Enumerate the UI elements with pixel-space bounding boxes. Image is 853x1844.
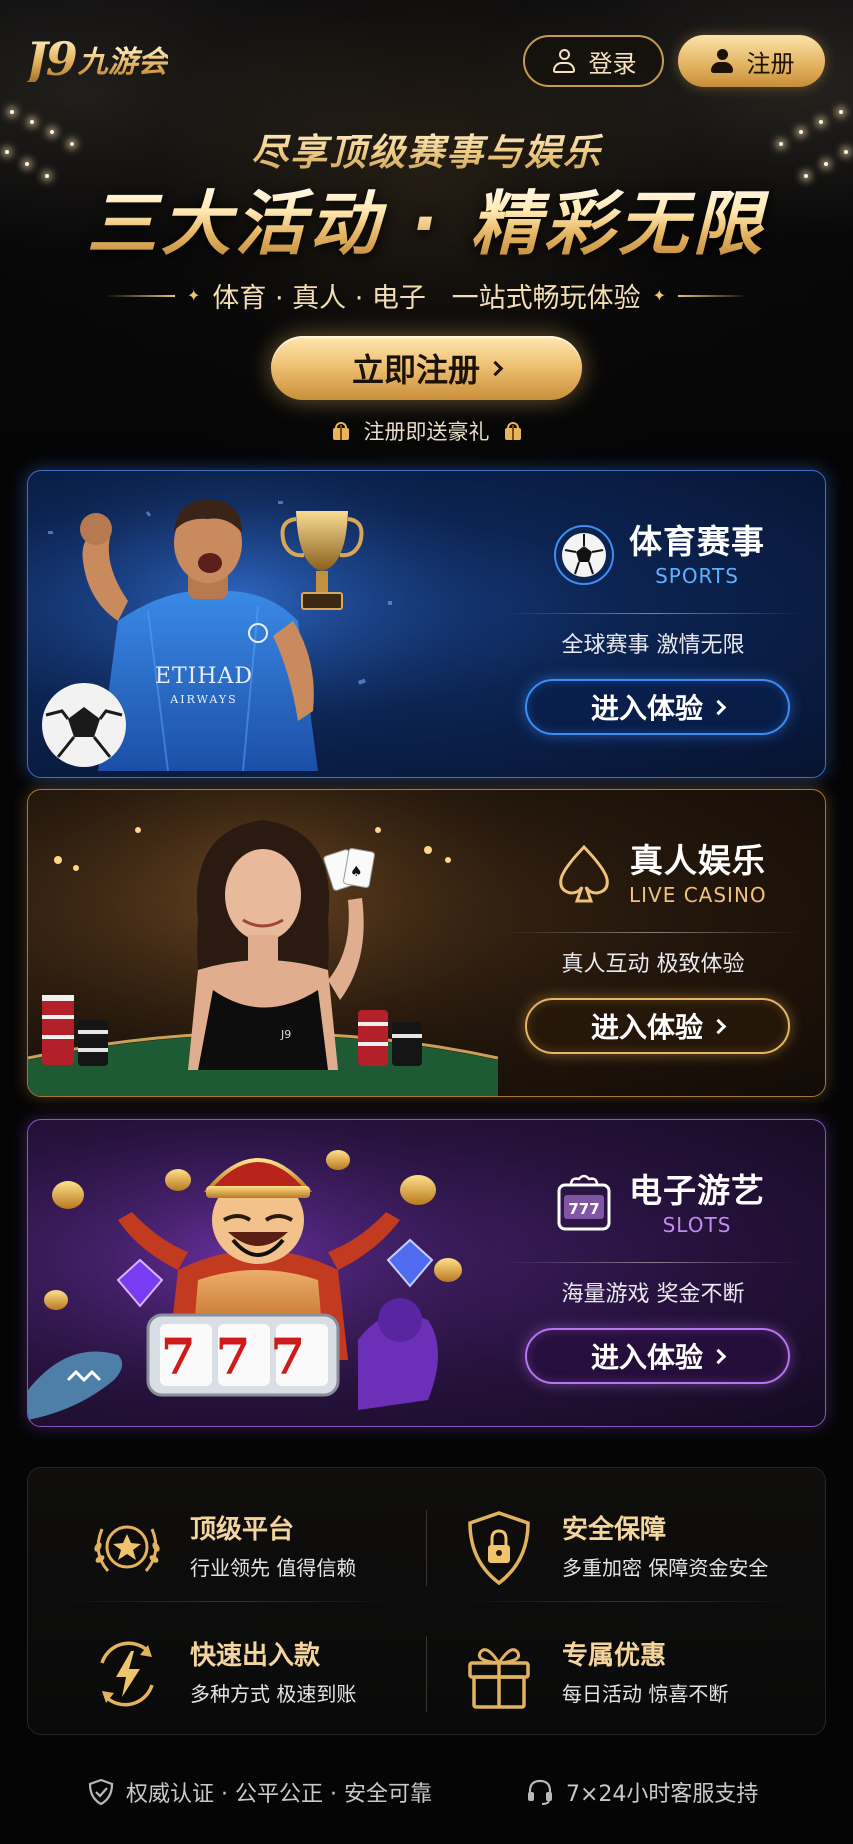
- chevron-right-icon: [487, 360, 504, 376]
- live-title: 真人娱乐: [629, 841, 766, 880]
- feature-title: 快速出入款: [190, 1641, 321, 1671]
- live-card-header: 真人娱乐 LIVE CASINO: [553, 840, 803, 908]
- register-label: 注册: [746, 49, 795, 78]
- cta-label: 立即注册: [351, 351, 480, 389]
- lightning-icon: [100, 1641, 154, 1707]
- sports-card-header: 体育赛事 SPORTS: [553, 521, 803, 589]
- live-subtitle: LIVE CASINO: [629, 883, 767, 907]
- svg-text:777: 777: [568, 1200, 599, 1218]
- feature-title: 顶级平台: [190, 1515, 295, 1545]
- reels-text: 777: [161, 1327, 325, 1386]
- footer: 权威认证 · 公平公正 · 安全可靠 7×24小时客服支持: [0, 1770, 853, 1814]
- slots-character-illustration: 777: [28, 1120, 498, 1426]
- soccer-ball-icon: [554, 525, 614, 585]
- login-button[interactable]: 登录: [523, 35, 664, 87]
- slots-card-info: 777 电子游艺 SLOTS 海量游戏 奖金不断 进入体验: [493, 1120, 813, 1426]
- shield-lock-icon: [468, 1511, 530, 1586]
- hero-title: 三大活动 · 精彩无限: [0, 182, 853, 266]
- login-label: 登录: [588, 49, 637, 78]
- jersey-sponsor-subtext: AIRWAYS: [169, 693, 237, 706]
- star-icon: ✦: [186, 286, 201, 305]
- footer-certification-text: 权威认证 · 公平公正 · 安全可靠: [126, 1782, 432, 1807]
- slots-subtitle: SLOTS: [662, 1213, 732, 1237]
- user-icon: [551, 48, 577, 74]
- live-description: 真人互动 极致体验: [561, 952, 745, 977]
- chevron-right-icon: [710, 1018, 727, 1034]
- svg-text:♠: ♠: [350, 864, 363, 880]
- slots-card[interactable]: 777 777 电子游艺 SLOTS 海量游戏 奖金不断 进入体验: [27, 1119, 826, 1427]
- feature-title: 专属优惠: [562, 1641, 667, 1671]
- slots-title: 电子游艺: [629, 1171, 765, 1210]
- laurel-star-icon: [94, 1525, 160, 1572]
- divider: [503, 1262, 803, 1263]
- hero-banner: J9 九游会 登录 注册 尽享顶级赛事与娱乐 三大活动 · 精彩无限 ✦ 体育 …: [0, 0, 853, 470]
- star-icon: ✦: [652, 286, 667, 305]
- live-casino-card[interactable]: J9 ♠ 真人娱乐 LIVE CASINO 真人互动 极致体验 进入体验: [27, 789, 826, 1097]
- feature-title: 安全保障: [562, 1515, 667, 1545]
- enter-button-label: 进入体验: [590, 1011, 703, 1044]
- sports-card-info: 体育赛事 SPORTS 全球赛事 激情无限 进入体验: [493, 471, 813, 777]
- feature-divider: [58, 1601, 398, 1602]
- user-filled-icon: [709, 48, 735, 74]
- feature-divider: [426, 1636, 427, 1712]
- chevron-right-icon: [710, 699, 727, 715]
- feature-security: 安全保障 多重加密 保障资金安全: [458, 1488, 818, 1608]
- sports-player-illustration: ETIHAD AIRWAYS: [28, 471, 498, 777]
- feature-subtitle: 多重加密 保障资金安全: [562, 1556, 769, 1580]
- live-dealer-illustration: J9 ♠: [28, 790, 498, 1096]
- feature-fast-payment: 快速出入款 多种方式 极速到账: [86, 1614, 446, 1734]
- customer-support-link[interactable]: 7×24小时客服支持: [526, 1770, 758, 1814]
- feature-divider: [426, 1510, 427, 1586]
- sports-title: 体育赛事: [629, 522, 765, 561]
- slots-description: 海量游戏 奖金不断: [561, 1282, 745, 1307]
- sports-description: 全球赛事 激情无限: [561, 633, 745, 658]
- tagline-text: 体育 · 真人 · 电子 一站式畅玩体验: [212, 283, 641, 314]
- soccer-ball-illustration: [42, 683, 126, 767]
- feature-subtitle: 行业领先 值得信赖: [190, 1556, 357, 1580]
- hero-tagline: ✦ 体育 · 真人 · 电子 一站式畅玩体验 ✦: [0, 276, 853, 315]
- shield-check-icon: [88, 1778, 114, 1806]
- headset-icon: [528, 1779, 552, 1805]
- enter-live-casino-button[interactable]: 进入体验: [525, 998, 790, 1054]
- feature-divider: [458, 1601, 798, 1602]
- gift-icon: [332, 422, 350, 440]
- enter-sports-button[interactable]: 进入体验: [525, 679, 790, 735]
- gift-icon: [504, 422, 522, 440]
- customer-support-text: 7×24小时客服支持: [566, 1782, 759, 1807]
- tagline-divider-left: [104, 294, 175, 297]
- feature-exclusive-offers: 专属优惠 每日活动 惊喜不断: [458, 1614, 818, 1734]
- gift-note-text: 注册即送豪礼: [363, 420, 490, 444]
- brand-logo[interactable]: J9 九游会: [26, 36, 168, 82]
- footer-certification: 权威认证 · 公平公正 · 安全可靠: [88, 1770, 432, 1814]
- gift-icon: [468, 1648, 530, 1709]
- enter-button-label: 进入体验: [590, 1341, 703, 1374]
- divider: [503, 613, 803, 614]
- slots-card-header: 777 电子游艺 SLOTS: [553, 1170, 803, 1238]
- tagline-divider-right: [678, 294, 749, 297]
- sports-card[interactable]: ETIHAD AIRWAYS 体育赛事 SPORTS 全球赛事 激情无限 进入体…: [27, 470, 826, 778]
- slot-reels: 777: [146, 1313, 340, 1397]
- register-now-button[interactable]: 立即注册: [271, 336, 582, 400]
- feature-subtitle: 多种方式 极速到账: [190, 1682, 357, 1706]
- feature-subtitle: 每日活动 惊喜不断: [562, 1682, 729, 1706]
- dealer-badge: J9: [280, 1028, 291, 1041]
- enter-slots-button[interactable]: 进入体验: [525, 1328, 790, 1384]
- slot-machine-icon: 777: [557, 1174, 611, 1231]
- logo-text: 九游会: [77, 45, 168, 80]
- sports-subtitle: SPORTS: [655, 564, 739, 588]
- spade-icon: [559, 844, 609, 903]
- jersey-sponsor-text: ETIHAD: [155, 664, 253, 689]
- features-panel: 顶级平台 行业领先 值得信赖 安全保障 多重加密 保障资金安全 快速出入款 多种…: [27, 1467, 826, 1735]
- register-button[interactable]: 注册: [678, 35, 825, 87]
- divider: [503, 932, 803, 933]
- logo-mark: J9: [26, 32, 78, 86]
- chevron-right-icon: [710, 1348, 727, 1364]
- live-card-info: 真人娱乐 LIVE CASINO 真人互动 极致体验 进入体验: [493, 790, 813, 1096]
- feature-top-platform: 顶级平台 行业领先 值得信赖: [86, 1488, 446, 1608]
- enter-button-label: 进入体验: [590, 692, 703, 725]
- gift-note: 注册即送豪礼: [0, 416, 853, 446]
- hero-subtitle: 尽享顶级赛事与娱乐: [0, 122, 853, 176]
